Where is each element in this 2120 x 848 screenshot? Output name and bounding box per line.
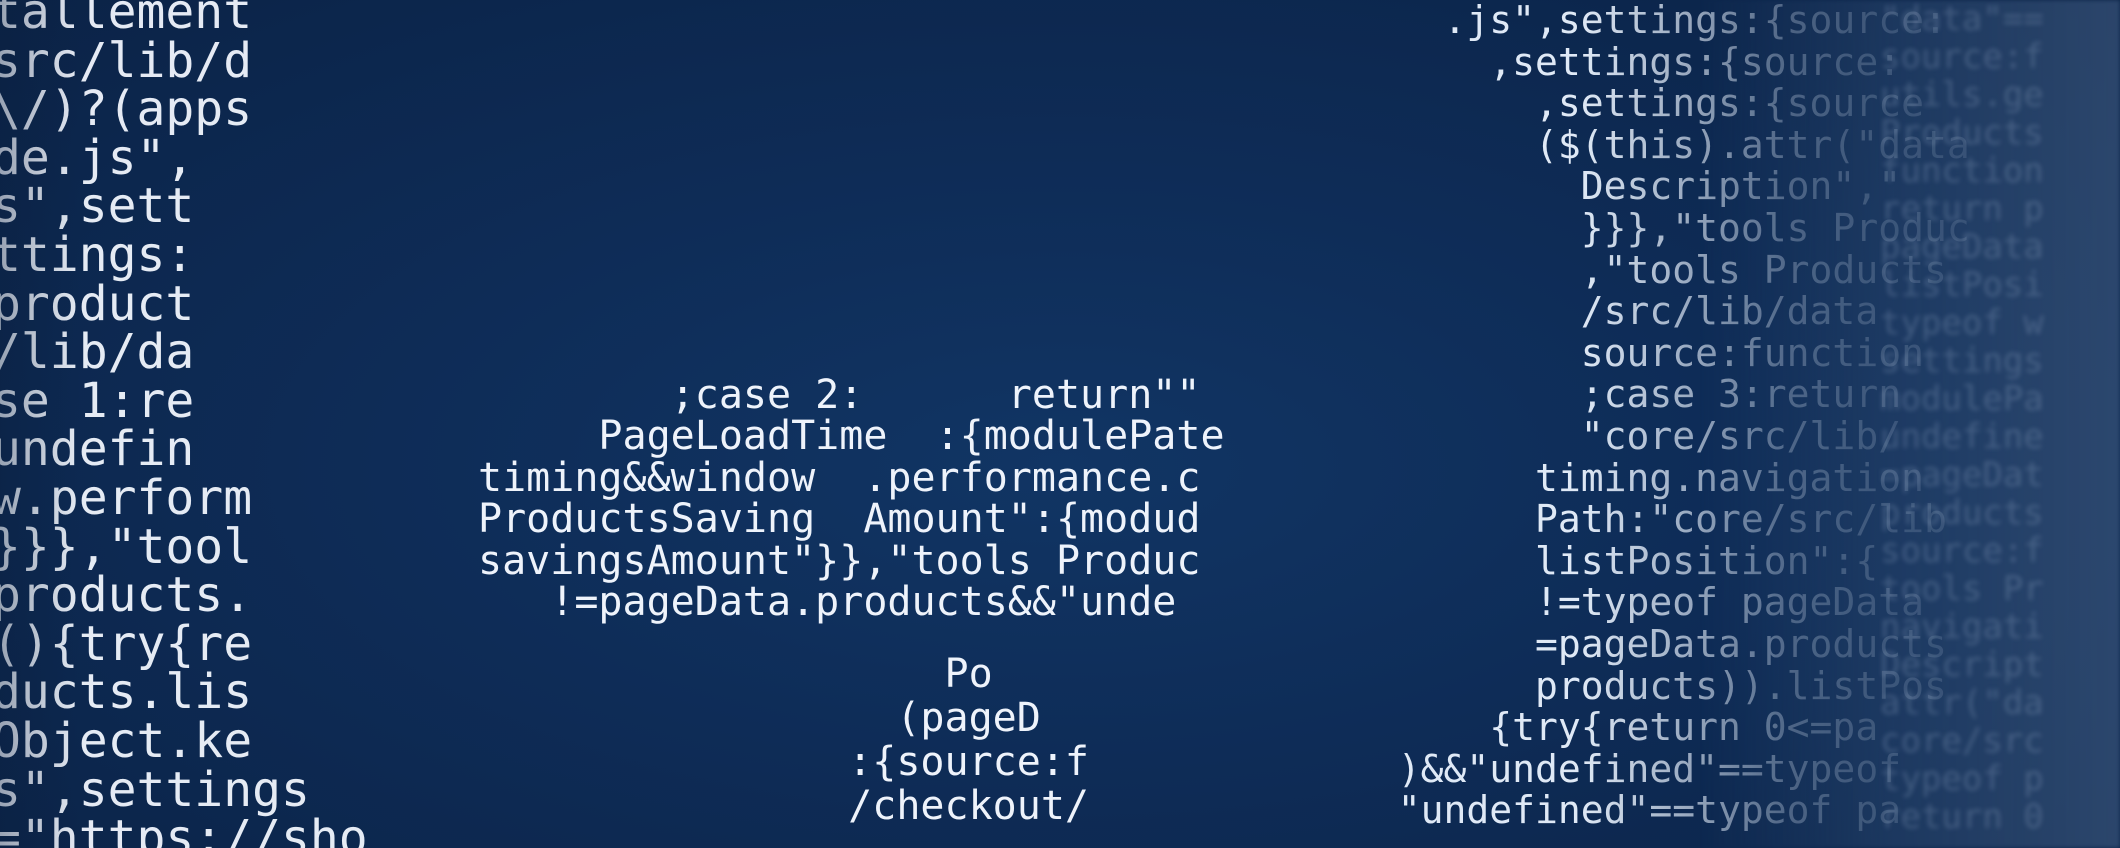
far-right-code-line: source:f	[1880, 531, 2044, 571]
far-right-code-line: typeof p	[1880, 759, 2044, 799]
center-upper-code-line: timing&&window .performance.c	[478, 454, 1201, 501]
center-lower-code-line: (pageD	[800, 695, 1041, 741]
center-lower-code-line: :{source:f	[800, 739, 1089, 785]
far-right-code-line: utils.ge	[1880, 75, 2044, 115]
far-right-code-texture: "data"== source:f utils.ge Products function…	[1880, 0, 2120, 848]
far-right-code-line: source:f	[1880, 37, 2044, 77]
center-upper-code-line: !=pageData.products&&"unde	[478, 579, 1177, 626]
far-right-code-line: return p	[1880, 189, 2044, 229]
far-right-code-line: listPosi	[1880, 265, 2044, 305]
far-right-code-line: function	[1880, 151, 2044, 191]
far-right-code-line: return 0	[1880, 797, 2044, 837]
far-right-code-line: tools Pr	[1880, 569, 2044, 609]
far-right-code-line: "data"==	[1880, 0, 2044, 39]
center-lower-code-line: /checkout/	[800, 783, 1089, 829]
center-upper-code-line: savingsAmount"}},"tools Produc	[478, 537, 1201, 584]
far-right-code-line: core/src	[1880, 721, 2044, 761]
far-right-code-line: undefine	[1880, 417, 2044, 457]
far-right-code-line: attr("da	[1880, 683, 2044, 723]
far-right-code-line: =pageDat	[1880, 455, 2044, 495]
far-right-code-line: typeof w	[1880, 303, 2044, 343]
far-right-code-line: settings	[1880, 341, 2044, 381]
far-right-code-line: pageData	[1880, 227, 2044, 267]
code-background-scene: tallement src/lib/d \/)?(apps de.js", s",set…	[0, 0, 2120, 848]
far-right-code-line: modulePa	[1880, 379, 2044, 419]
far-right-code-line: products	[1880, 493, 2044, 533]
center-upper-code-line: ;case 2: return""	[478, 372, 1201, 418]
center-lower-code-block: Po (pageD :{source:f /checkout/	[800, 652, 1089, 828]
far-right-code-line: Descript	[1880, 645, 2044, 685]
center-upper-code-line: PageLoadTime :{modulePate	[478, 413, 1225, 460]
far-right-code-line: Products	[1880, 113, 2044, 153]
center-lower-code-line: Po	[800, 651, 993, 697]
center-upper-code-line: ProductsSaving Amount":{modud	[478, 496, 1201, 543]
center-upper-code-block: ;case 2: return"" PageLoadTime :{moduleP…	[478, 372, 1225, 626]
left-vignette	[0, 0, 80, 848]
far-right-code-line: navigati	[1880, 607, 2044, 647]
